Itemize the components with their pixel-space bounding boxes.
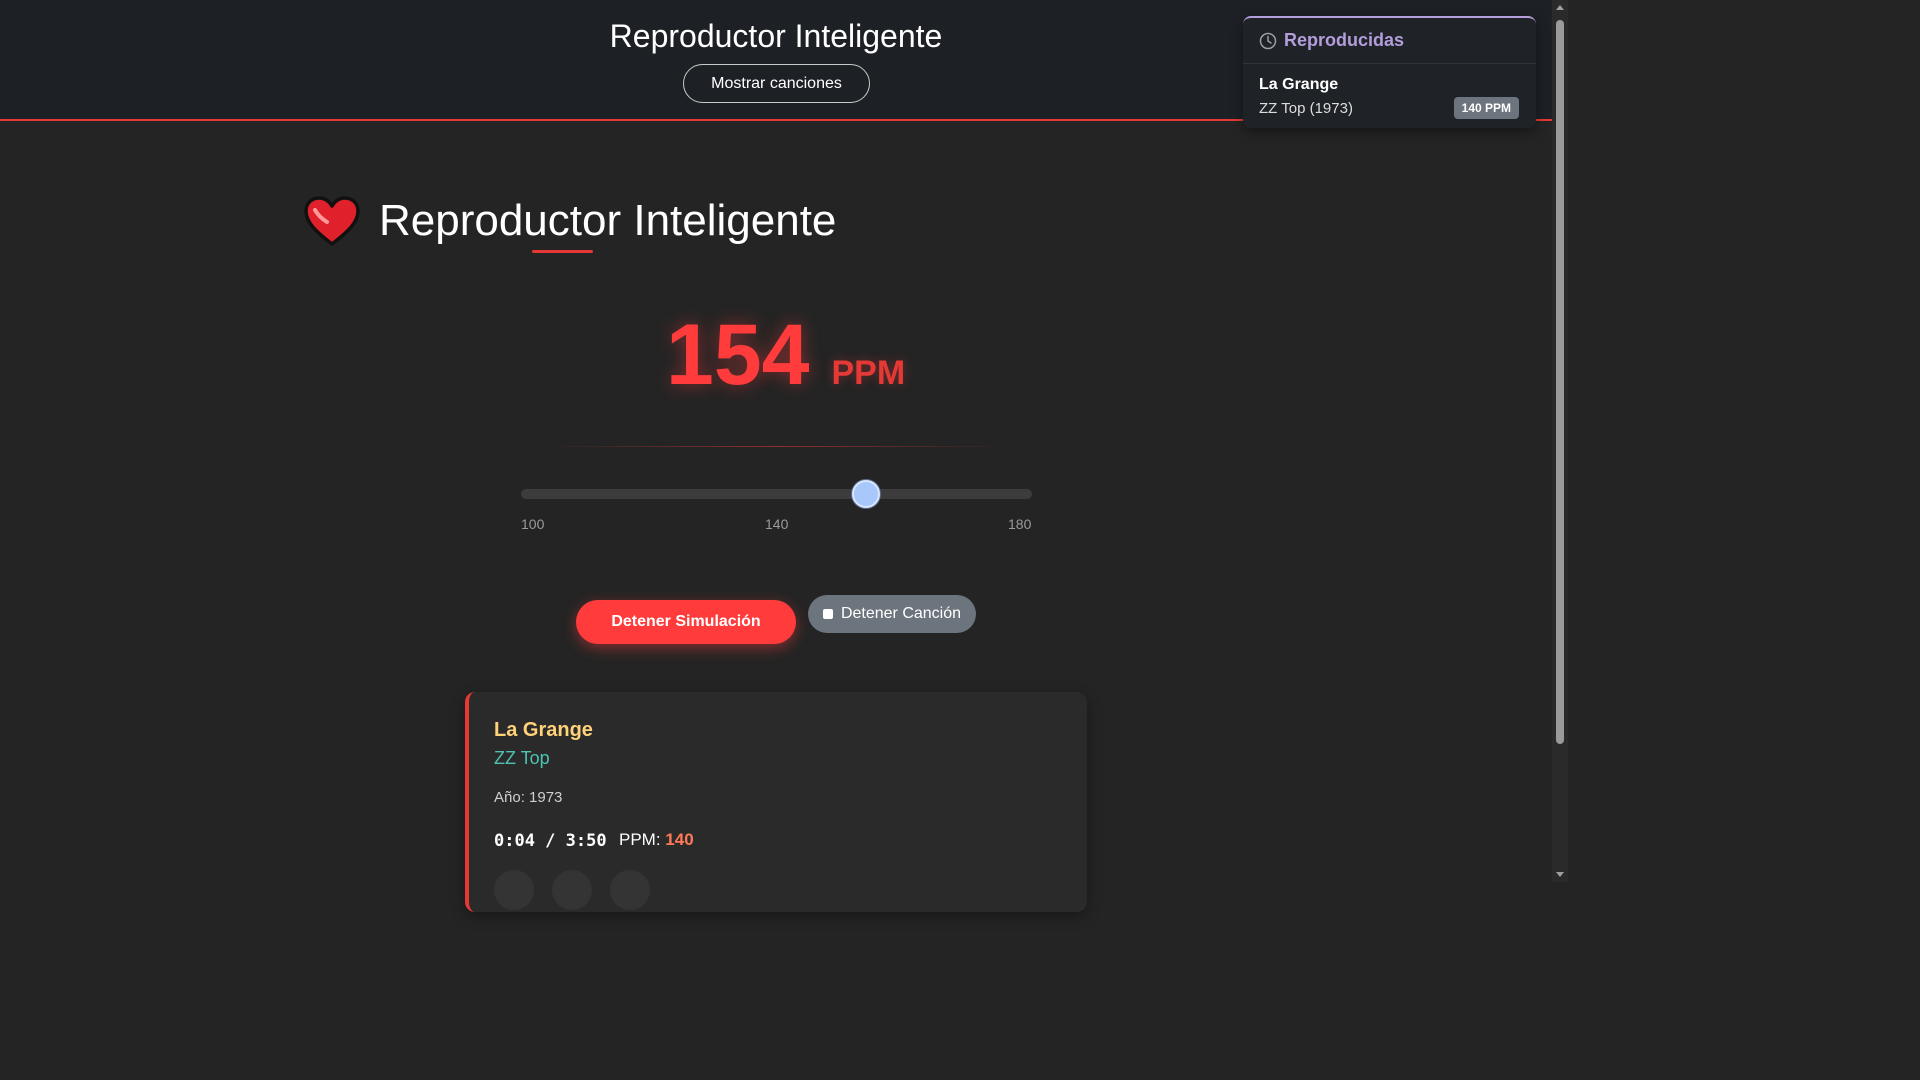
player-control-button[interactable] bbox=[610, 870, 650, 910]
stop-icon bbox=[822, 609, 833, 619]
song-year: Año: 1973 bbox=[494, 789, 563, 806]
slider-thumb[interactable] bbox=[851, 480, 880, 508]
stop-simulation-button[interactable]: Detener Simulación bbox=[576, 600, 796, 644]
slider-tick-max: 180 bbox=[1008, 516, 1032, 532]
slider-tick-mid: 140 bbox=[765, 516, 789, 532]
scrollbar-thumb[interactable] bbox=[1556, 20, 1564, 744]
divider bbox=[545, 446, 1010, 447]
show-songs-button[interactable]: Mostrar canciones bbox=[683, 64, 870, 103]
title-underline bbox=[532, 250, 593, 253]
history-header: Reproducidas bbox=[1243, 18, 1536, 64]
history-item[interactable]: La Grange ZZ Top (1973) 140 PPM bbox=[1243, 64, 1536, 119]
player-control-button[interactable] bbox=[552, 870, 592, 910]
history-title: Reproducidas bbox=[1284, 30, 1405, 50]
heart-icon bbox=[304, 196, 360, 246]
now-playing-card: La Grange ZZ Top Año: 1973 0:04 / 3:50 P… bbox=[465, 692, 1087, 912]
bpm-value: 154 bbox=[666, 307, 810, 403]
page-title: Reproductor Inteligente bbox=[379, 196, 837, 245]
bpm-badge: 140 PPM bbox=[1453, 97, 1519, 119]
stop-song-label: Detener Canción bbox=[840, 605, 962, 622]
bpm-slider[interactable] bbox=[521, 480, 1032, 508]
history-panel: Reproducidas La Grange ZZ Top (1973) 140… bbox=[1243, 16, 1536, 128]
history-item-title: La Grange bbox=[1259, 76, 1339, 93]
scrollbar[interactable] bbox=[1552, 0, 1568, 882]
song-artist: ZZ Top bbox=[494, 748, 550, 768]
stop-song-button[interactable]: Detener Canción bbox=[808, 595, 976, 633]
scroll-down-arrow-icon[interactable] bbox=[1556, 872, 1564, 877]
bpm-display: 154 PPM bbox=[666, 306, 905, 405]
playback-time: 0:04 / 3:50 bbox=[494, 831, 607, 851]
clock-icon bbox=[1259, 32, 1277, 49]
song-bpm-value: 140 bbox=[665, 830, 694, 849]
song-bpm-label: PPM: bbox=[619, 830, 661, 849]
bpm-unit: PPM bbox=[831, 354, 906, 392]
player-control-button[interactable] bbox=[494, 870, 534, 910]
scroll-up-arrow-icon[interactable] bbox=[1556, 5, 1564, 10]
slider-tick-min: 100 bbox=[521, 516, 545, 532]
song-bpm: PPM: 140 bbox=[619, 830, 694, 850]
song-title: La Grange bbox=[494, 719, 593, 741]
